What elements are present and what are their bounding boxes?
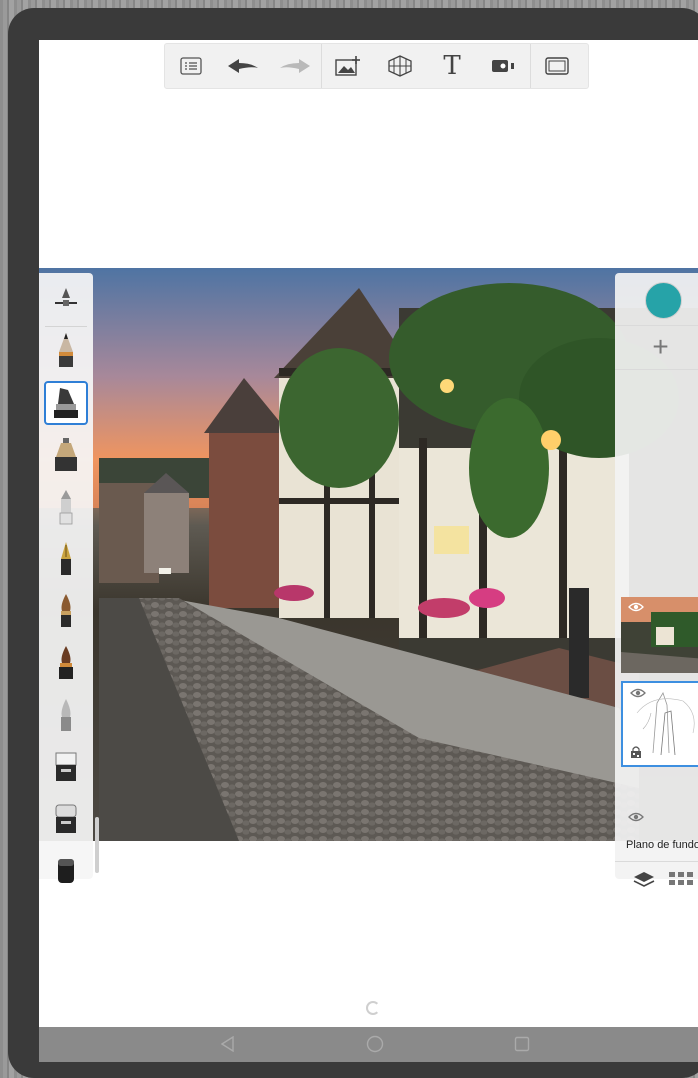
tablet-frame: T + Plano de fundo bbox=[8, 8, 698, 1078]
fill-icon bbox=[58, 859, 74, 883]
app-screen: T + Plano de fundo bbox=[39, 40, 698, 1062]
smudge-icon bbox=[61, 699, 71, 731]
sketch-layer[interactable] bbox=[621, 681, 698, 767]
airbrush-button[interactable] bbox=[44, 433, 88, 477]
add-image-icon bbox=[335, 56, 360, 76]
pencil-button[interactable] bbox=[44, 328, 88, 372]
eraser-hard-icon bbox=[55, 752, 77, 781]
fullscreen-icon bbox=[545, 57, 569, 75]
ruler-tool-button[interactable] bbox=[44, 277, 88, 321]
perspective-guide-button[interactable] bbox=[374, 44, 426, 88]
round-brush-icon bbox=[61, 594, 71, 627]
undo-button[interactable] bbox=[217, 44, 269, 88]
ink-brush-icon bbox=[59, 646, 73, 679]
street-photo bbox=[39, 268, 698, 841]
drawing-canvas[interactable] bbox=[39, 268, 698, 841]
marker-icon bbox=[54, 388, 78, 418]
layer-panel: + Plano de fundo bbox=[615, 273, 698, 887]
ruler-tool-icon bbox=[55, 288, 77, 306]
airbrush-icon bbox=[55, 438, 77, 471]
home-circle-icon bbox=[366, 1035, 384, 1053]
add-image-button[interactable] bbox=[322, 44, 374, 88]
undo-icon bbox=[228, 59, 258, 73]
visibility-eye-icon[interactable] bbox=[628, 602, 644, 612]
brush-palette-scrollbar[interactable] bbox=[95, 817, 99, 873]
smudge-button[interactable] bbox=[44, 693, 88, 737]
photo-layer[interactable] bbox=[621, 597, 698, 673]
paint-brush-button[interactable] bbox=[44, 485, 88, 529]
fullscreen-button[interactable] bbox=[531, 44, 583, 88]
layer-panel-footer bbox=[615, 863, 698, 895]
fountain-pen-icon bbox=[61, 542, 71, 575]
home-nav-button[interactable] bbox=[364, 1033, 386, 1055]
system-navigation-bar bbox=[39, 1027, 698, 1062]
current-color-swatch[interactable] bbox=[645, 282, 682, 319]
add-layer-button[interactable]: + bbox=[615, 325, 698, 369]
loading-spinner-icon bbox=[366, 1001, 380, 1015]
layers-stack-icon bbox=[633, 872, 655, 887]
eraser-soft-button[interactable] bbox=[44, 797, 88, 841]
brush-divider bbox=[45, 326, 87, 327]
recents-square-icon bbox=[514, 1036, 530, 1052]
visibility-eye-icon[interactable] bbox=[630, 688, 646, 698]
eraser-hard-button[interactable] bbox=[44, 745, 88, 789]
back-triangle-icon bbox=[221, 1036, 234, 1052]
fountain-pen-button[interactable] bbox=[44, 537, 88, 581]
visibility-eye-icon[interactable] bbox=[628, 812, 644, 822]
fill-button[interactable] bbox=[44, 849, 88, 893]
layer-lock-icon[interactable] bbox=[630, 745, 642, 759]
layer-panel-divider bbox=[615, 861, 698, 862]
perspective-grid-icon bbox=[388, 55, 412, 77]
ink-brush-button[interactable] bbox=[44, 641, 88, 685]
record-icon bbox=[492, 60, 514, 72]
paint-brush-icon bbox=[59, 490, 73, 525]
layer-panel-divider bbox=[615, 369, 698, 370]
layers-toggle-button[interactable] bbox=[633, 870, 655, 888]
brush-palette bbox=[39, 273, 93, 883]
menu-list-icon bbox=[180, 57, 202, 75]
background-layer-label: Plano de fundo bbox=[626, 839, 698, 851]
top-toolbar: T bbox=[164, 43, 589, 89]
record-button[interactable] bbox=[478, 44, 530, 88]
redo-button[interactable] bbox=[269, 44, 321, 88]
text-icon: T bbox=[443, 51, 461, 81]
menu-button[interactable] bbox=[165, 44, 217, 88]
pencil-icon bbox=[59, 333, 73, 367]
text-tool-button[interactable]: T bbox=[426, 44, 478, 88]
redo-icon bbox=[280, 59, 310, 73]
recents-nav-button[interactable] bbox=[511, 1033, 533, 1055]
back-nav-button[interactable] bbox=[217, 1033, 239, 1055]
eraser-soft-icon bbox=[55, 804, 77, 833]
grid-dots-icon bbox=[669, 872, 693, 885]
marker-button[interactable] bbox=[44, 381, 88, 425]
round-brush-button[interactable] bbox=[44, 589, 88, 633]
layer-grid-button[interactable] bbox=[669, 872, 693, 886]
